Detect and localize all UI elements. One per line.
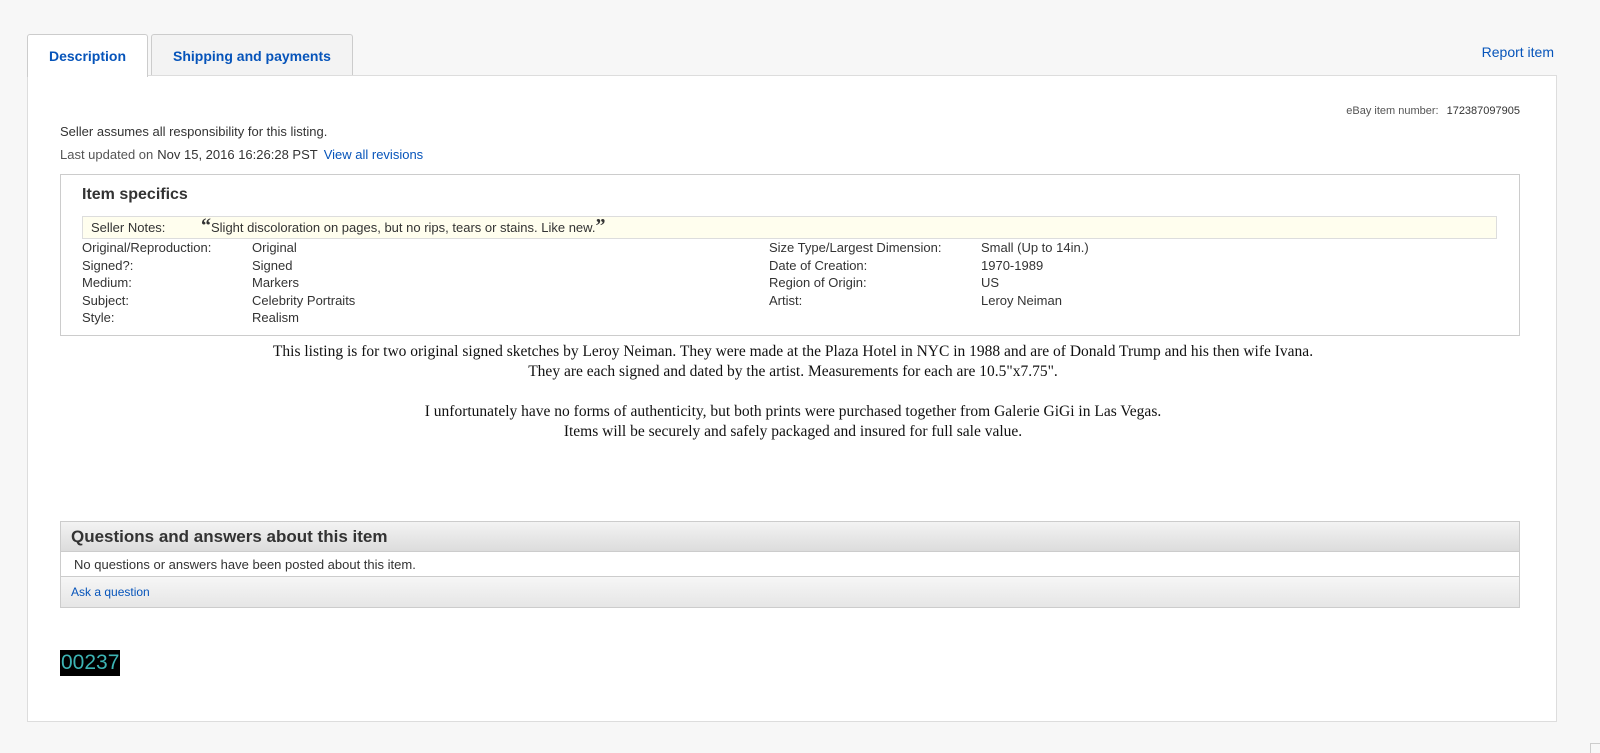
- ask-a-question-link[interactable]: Ask a question: [71, 585, 150, 599]
- spec-row: Subject: Celebrity Portraits: [82, 292, 355, 310]
- qa-title: Questions and answers about this item: [61, 522, 1519, 552]
- spec-row: Medium: Markers: [82, 274, 355, 292]
- spec-row: Size Type/Largest Dimension: Small (Up to…: [769, 239, 1089, 257]
- item-description: This listing is for two original signed …: [28, 342, 1558, 442]
- spec-value: Markers: [252, 275, 299, 290]
- specifics-left-column: Original/Reproduction: Original Signed?: S…: [82, 239, 355, 327]
- seller-notes: Seller Notes: “ Slight discoloration on …: [82, 216, 1497, 239]
- spec-row: Date of Creation: 1970-1989: [769, 257, 1089, 275]
- spec-key: Region of Origin:: [769, 275, 867, 290]
- description-line: This listing is for two original signed …: [272, 343, 1314, 360]
- spec-key: Medium:: [82, 275, 132, 290]
- seller-notes-text: Slight discoloration on pages, but no ri…: [211, 220, 596, 235]
- spec-row: Artist: Leroy Neiman: [769, 292, 1089, 310]
- visitor-counter: 00237: [60, 650, 121, 676]
- tab-description[interactable]: Description: [27, 34, 149, 77]
- seller-notes-label: Seller Notes:: [91, 220, 166, 235]
- item-specifics-title: Item specifics: [82, 186, 188, 203]
- spec-key: Size Type/Largest Dimension:: [769, 240, 942, 255]
- page: Description Shipping and payments Report…: [0, 0, 1600, 753]
- view-all-revisions-link[interactable]: View all revisions: [324, 147, 423, 162]
- spec-value: 1970-1989: [981, 257, 1044, 273]
- tab-bar: Description Shipping and payments: [27, 34, 356, 77]
- last-updated-date: Nov 15, 2016 16:26:28 PST: [157, 147, 318, 162]
- spec-value: US: [981, 275, 1000, 290]
- resize-corner: [1590, 743, 1600, 753]
- open-quote-icon: “: [201, 214, 211, 237]
- spec-key: Original/Reproduction:: [82, 240, 212, 255]
- item-number: eBay item number: 172387097905: [1346, 105, 1520, 117]
- spec-row: Signed?: Signed: [82, 257, 355, 275]
- description-panel: eBay item number: 172387097905 Seller ass…: [27, 75, 1557, 722]
- tab-shipping-and-payments[interactable]: Shipping and payments: [151, 34, 353, 76]
- spec-value: Original: [252, 240, 297, 255]
- spec-key: Date of Creation:: [769, 257, 868, 273]
- qa-empty-text: No questions or answers have been posted…: [61, 552, 1519, 577]
- spec-value: Small (Up to 14in.): [981, 240, 1089, 255]
- close-quote-icon: ”: [595, 214, 606, 237]
- item-number-label: eBay item number:: [1346, 105, 1439, 117]
- item-specifics: Item specifics Seller Notes: “ Slight di…: [60, 174, 1520, 336]
- spec-value: Celebrity Portraits: [252, 292, 356, 308]
- spec-key: Subject:: [82, 292, 129, 308]
- spec-key: Artist:: [769, 292, 803, 308]
- last-updated-label: Last updated on: [60, 147, 154, 162]
- questions-and-answers: Questions and answers about this item No…: [60, 521, 1520, 608]
- spec-row: Original/Reproduction: Original: [82, 239, 355, 257]
- description-line: Items will be securely and safely packag…: [563, 423, 1023, 440]
- spec-value: Realism: [252, 310, 299, 325]
- description-gap: [28, 382, 1558, 402]
- description-line: I unfortunately have no forms of authent…: [424, 403, 1162, 420]
- qa-footer: Ask a question: [61, 577, 1519, 607]
- responsibility-text: Seller assumes all responsibility for th…: [60, 124, 328, 139]
- report-item-link[interactable]: Report item: [1482, 44, 1554, 60]
- spec-value: Leroy Neiman: [981, 292, 1062, 308]
- specifics-right-column: Size Type/Largest Dimension: Small (Up to…: [769, 239, 1089, 309]
- spec-row: Style: Realism: [82, 309, 355, 327]
- spec-key: Signed?:: [82, 257, 134, 273]
- description-line: They are each signed and dated by the ar…: [528, 363, 1058, 380]
- spec-value: Signed: [252, 257, 293, 273]
- spec-key: Style:: [82, 310, 115, 325]
- item-number-value: 172387097905: [1446, 105, 1520, 117]
- last-updated: Last updated on Nov 15, 2016 16:26:28 PST…: [60, 147, 423, 162]
- spec-row: Region of Origin: US: [769, 274, 1089, 292]
